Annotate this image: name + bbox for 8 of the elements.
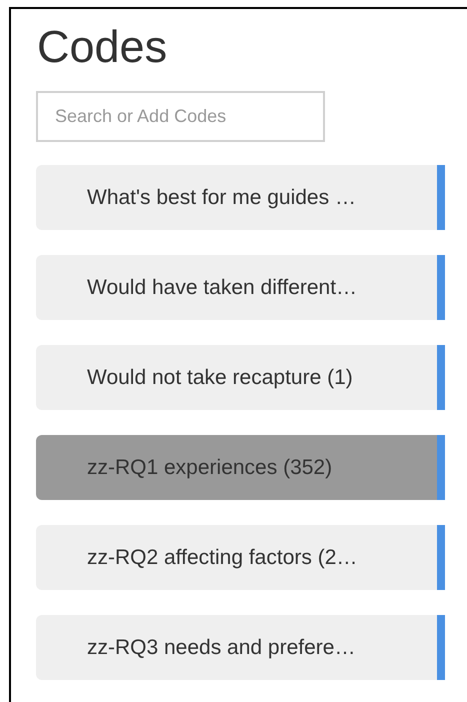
code-item[interactable]: What's best for me guides … (36, 165, 445, 230)
code-item[interactable]: zz-RQ2 affecting factors (2… (36, 525, 445, 590)
code-item[interactable]: zz-RQ3 needs and prefere… (36, 615, 445, 680)
panel-title: Codes (37, 24, 168, 69)
code-item[interactable]: zz-RQ1 experiences (352) (36, 435, 445, 500)
search-field[interactable]: Search or Add Codes (36, 91, 325, 142)
code-item[interactable]: Would not take recapture (1) (36, 345, 445, 410)
code-item[interactable]: Would have taken different… (36, 255, 445, 320)
